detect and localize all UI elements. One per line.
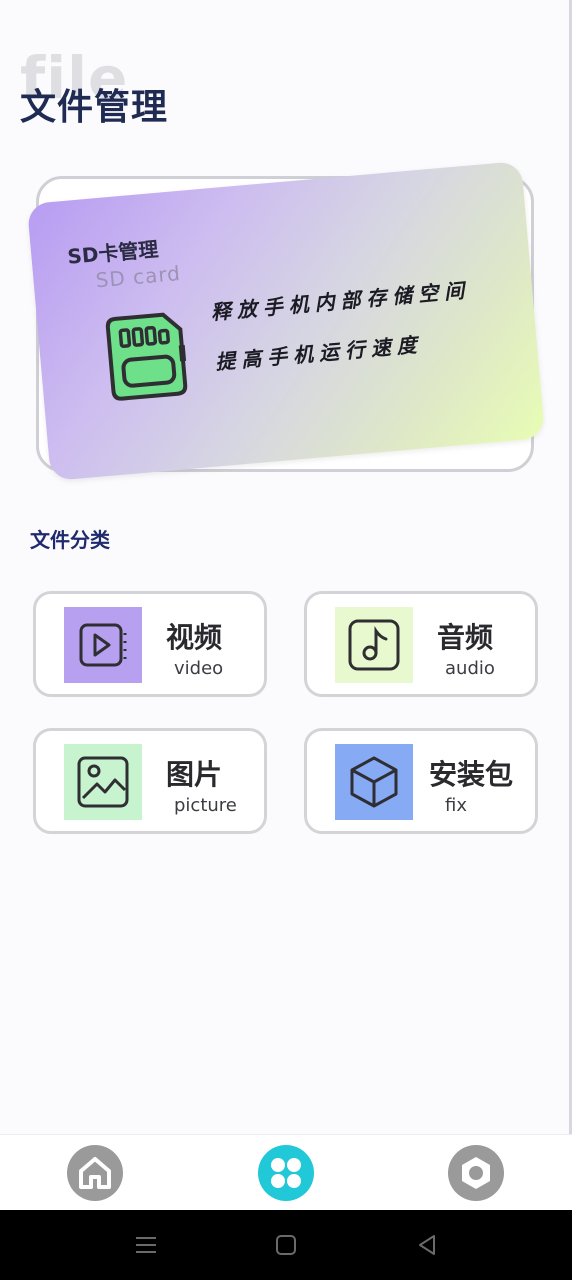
category-picture-tile[interactable]: 图片 picture bbox=[33, 728, 267, 834]
category-label: 视频 bbox=[166, 621, 223, 654]
picture-icon-box bbox=[64, 744, 142, 820]
square-home-icon[interactable] bbox=[273, 1232, 299, 1258]
video-icon bbox=[79, 623, 127, 667]
nav-home-button[interactable] bbox=[67, 1145, 123, 1201]
image-icon bbox=[77, 756, 129, 808]
section-title-categories: 文件分类 bbox=[30, 528, 110, 552]
category-label: 音频 bbox=[437, 621, 494, 654]
back-triangle-icon[interactable] bbox=[414, 1232, 440, 1258]
banner-line-free-space: 释放手机内部存储空间 bbox=[209, 277, 472, 325]
file-manager-screen: file 文件管理 SD卡管理 SD card 释放手机内部存储空间 提高手机运… bbox=[0, 0, 572, 1280]
package-box-icon bbox=[350, 756, 398, 808]
category-video-tile[interactable]: 视频 video bbox=[33, 591, 267, 697]
package-icon-box bbox=[335, 744, 413, 820]
nav-settings-button[interactable] bbox=[448, 1145, 504, 1201]
home-icon bbox=[79, 1157, 111, 1189]
category-sublabel: fix bbox=[445, 795, 467, 816]
category-package-tile[interactable]: 安装包 fix bbox=[304, 728, 538, 834]
apps-grid-icon bbox=[271, 1158, 301, 1188]
settings-icon bbox=[462, 1157, 490, 1189]
music-note-icon bbox=[348, 619, 400, 671]
page-title: 文件管理 bbox=[20, 87, 169, 128]
category-sublabel: video bbox=[174, 658, 224, 679]
category-audio-tile[interactable]: 音频 audio bbox=[304, 591, 538, 697]
system-navigation-bar bbox=[0, 1210, 572, 1280]
menu-icon[interactable] bbox=[133, 1232, 159, 1258]
video-icon-box bbox=[64, 607, 142, 683]
sd-card-banner[interactable]: SD卡管理 SD card 释放手机内部存储空间 提高手机运行速度 bbox=[26, 160, 546, 482]
audio-icon-box bbox=[335, 607, 413, 683]
banner-line-speed-up: 提高手机运行速度 bbox=[214, 332, 424, 375]
category-label: 安装包 bbox=[429, 758, 514, 791]
bottom-navigation bbox=[0, 1134, 572, 1211]
category-label: 图片 bbox=[166, 758, 223, 791]
category-sublabel: audio bbox=[445, 658, 495, 679]
category-sublabel: picture bbox=[174, 795, 237, 816]
nav-apps-button[interactable] bbox=[258, 1145, 314, 1201]
sd-card-icon bbox=[105, 312, 188, 401]
